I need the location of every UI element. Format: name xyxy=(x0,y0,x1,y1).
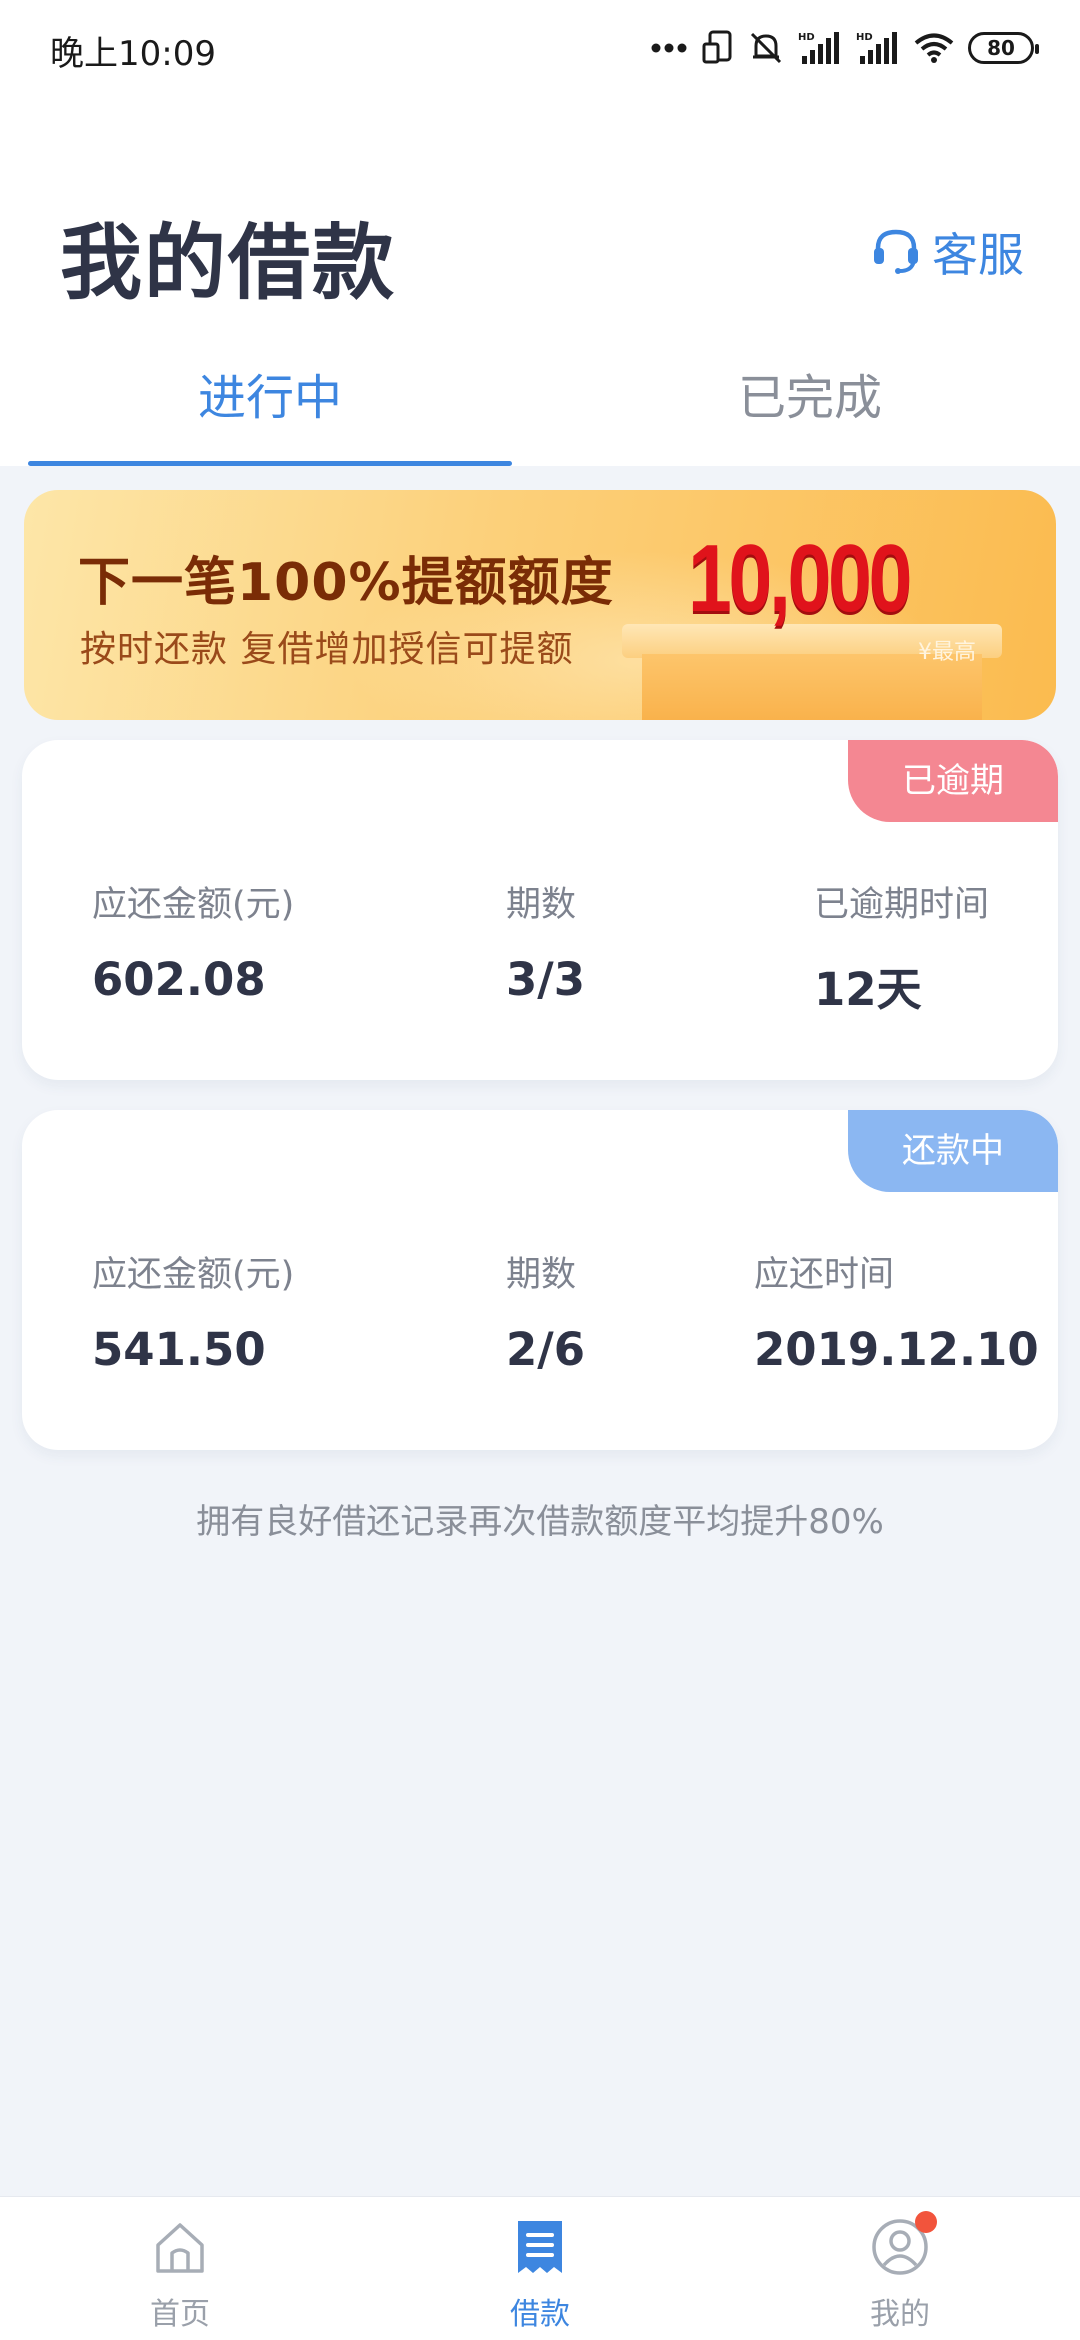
signal-hd-icon-2: HD xyxy=(856,30,900,66)
overdue-time-value: 12天 xyxy=(814,963,922,1016)
page-title: 我的借款 xyxy=(60,216,397,311)
banner-amount: 10,000 xyxy=(688,525,912,632)
loan-card-repaying[interactable]: 还款中 应还金额(元) 541.50 期数 2/6 应还时间 2019.12.1… xyxy=(22,1110,1058,1450)
installments-field: 期数 3/3 xyxy=(506,876,585,1006)
tab-completed[interactable]: 已完成 xyxy=(540,358,1080,466)
customer-service-label: 客服 xyxy=(932,228,1024,282)
banner-max-note: ¥最高 xyxy=(918,640,976,665)
signal-hd-icon: HD xyxy=(798,30,842,66)
banner-title: 下一笔100%提额额度 xyxy=(78,553,614,613)
amount-due-field: 应还金额(元) 602.08 xyxy=(92,876,294,1006)
battery-icon: 80 xyxy=(968,32,1039,64)
status-badge-overdue: 已逾期 xyxy=(848,740,1058,822)
loan-card-overdue[interactable]: 已逾期 应还金额(元) 602.08 期数 3/3 已逾期时间 12天 xyxy=(22,740,1058,1080)
installments-field: 期数 2/6 xyxy=(506,1246,585,1376)
status-time: 晚上10:09 xyxy=(50,34,216,74)
due-date-label: 应还时间 xyxy=(754,1255,895,1295)
overdue-time-label: 已逾期时间 xyxy=(814,885,990,925)
nav-loan[interactable]: 借款 xyxy=(360,2197,720,2340)
mute-bell-icon xyxy=(748,30,784,66)
installments-label: 期数 xyxy=(506,1255,577,1295)
installments-value: 2/6 xyxy=(506,1323,586,1376)
credit-increase-banner[interactable]: 下一笔100%提额额度 按时还款 复借增加授信可提额 10,000 ¥最高 xyxy=(24,490,1056,720)
amount-due-label: 应还金额(元) xyxy=(92,1255,295,1295)
active-tab-indicator xyxy=(28,461,512,466)
status-bar: 晚上10:09 HD HD 80 xyxy=(0,0,1080,96)
screen-share-icon xyxy=(702,30,734,66)
due-date-value: 2019.12.10 xyxy=(754,1323,1039,1376)
amount-due-value: 602.08 xyxy=(92,953,266,1006)
nav-mine-label: 我的 xyxy=(870,2297,930,2332)
notification-dot xyxy=(915,2211,937,2233)
tab-completed-label: 已完成 xyxy=(737,370,882,426)
credit-tip-text: 拥有良好借还记录再次借款额度平均提升80% xyxy=(196,1502,884,1542)
tab-bar: 进行中 已完成 xyxy=(0,358,1080,466)
overdue-time-field: 已逾期时间 12天 xyxy=(814,876,989,1018)
banner-subtitle: 按时还款 复借增加授信可提额 xyxy=(80,629,574,670)
bottom-nav: 首页 借款 我的 xyxy=(0,2196,1080,2340)
amount-due-field: 应还金额(元) 541.50 xyxy=(92,1246,294,1376)
nav-loan-label: 借款 xyxy=(510,2297,570,2332)
tab-in-progress[interactable]: 进行中 xyxy=(0,358,540,466)
installments-label: 期数 xyxy=(506,885,577,925)
nav-home-label: 首页 xyxy=(150,2297,210,2332)
status-badge-repaying: 还款中 xyxy=(848,1110,1058,1192)
customer-service-button[interactable]: 客服 xyxy=(870,222,1024,282)
tab-in-progress-label: 进行中 xyxy=(197,370,342,426)
installments-value: 3/3 xyxy=(506,953,586,1006)
wifi-icon xyxy=(914,32,954,64)
home-icon xyxy=(156,2223,204,2273)
amount-due-label: 应还金额(元) xyxy=(92,885,295,925)
more-dots-icon xyxy=(650,42,688,54)
status-icons: HD HD 80 xyxy=(650,24,1039,72)
due-date-field: 应还时间 2019.12.10 xyxy=(754,1246,1039,1376)
svg-text:HD: HD xyxy=(856,32,873,43)
loan-document-icon xyxy=(518,2221,562,2273)
nav-mine[interactable]: 我的 xyxy=(720,2197,1080,2340)
amount-due-value: 541.50 xyxy=(92,1323,266,1376)
headset-icon xyxy=(870,224,922,280)
nav-home[interactable]: 首页 xyxy=(0,2197,360,2340)
svg-text:HD: HD xyxy=(798,32,815,43)
